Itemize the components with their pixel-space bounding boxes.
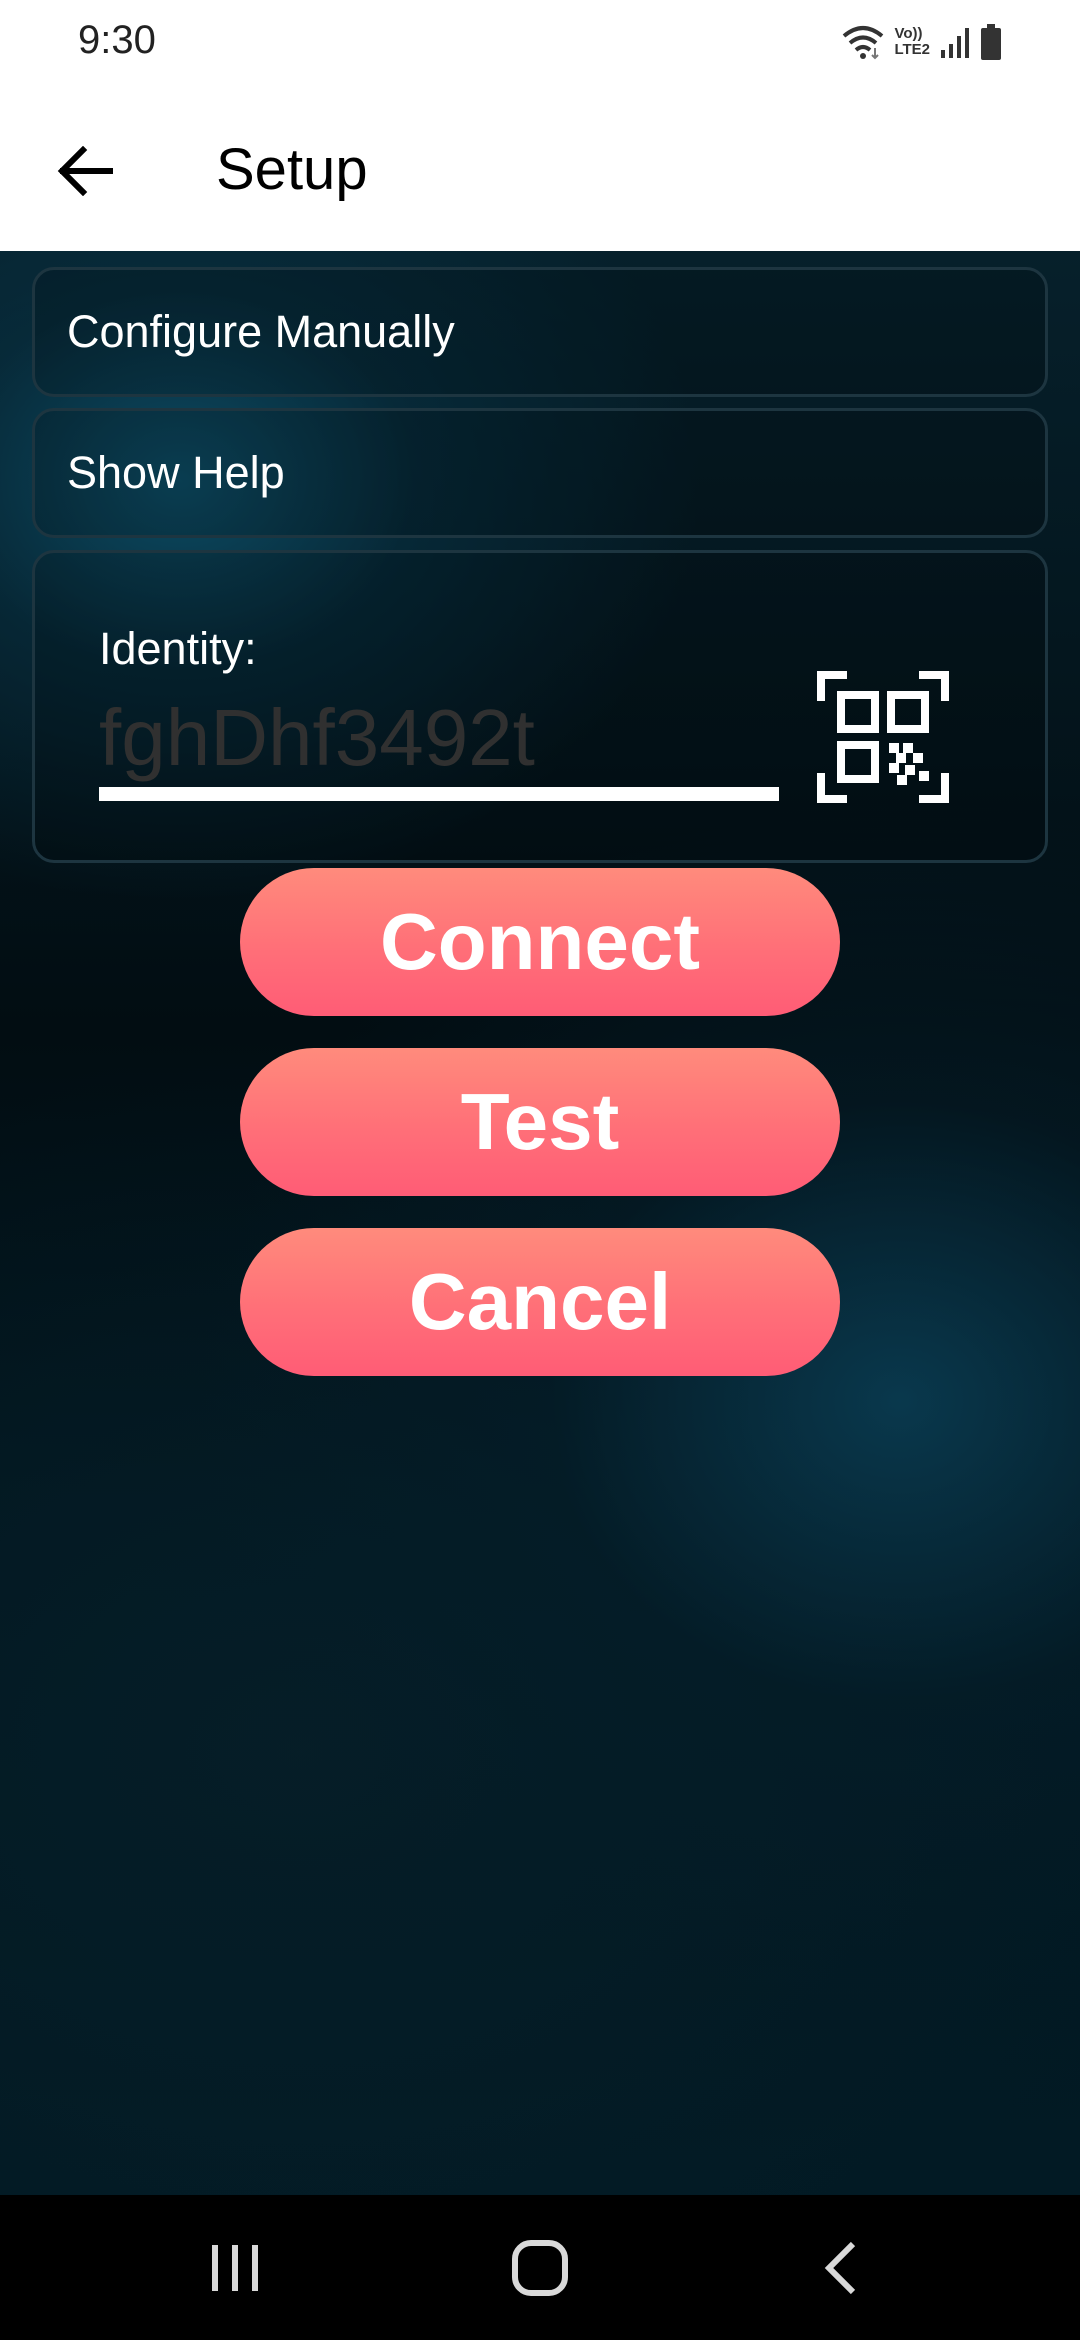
- home-icon: [512, 2239, 568, 2296]
- configure-manually-item[interactable]: Configure Manually: [32, 267, 1048, 397]
- test-button[interactable]: Test: [240, 1048, 840, 1196]
- wifi-icon: [843, 26, 884, 60]
- system-nav-bar: [0, 2195, 1080, 2340]
- recent-apps-icon: [212, 2244, 258, 2291]
- identity-underline: [99, 787, 779, 801]
- identity-input[interactable]: [99, 693, 779, 783]
- show-help-item[interactable]: Show Help: [32, 408, 1048, 538]
- arrow-left-icon: [57, 146, 113, 196]
- battery-icon: [981, 24, 1001, 60]
- cancel-button[interactable]: Cancel: [240, 1228, 840, 1376]
- app-bar: Setup: [0, 86, 1080, 251]
- qr-scan-button[interactable]: [817, 671, 949, 803]
- qr-code-scan-icon: [817, 671, 949, 803]
- configure-manually-label: Configure Manually: [67, 306, 455, 357]
- home-button[interactable]: [500, 2195, 580, 2340]
- back-button[interactable]: [40, 126, 130, 216]
- status-bar: 9:30 Vo)) LTE2: [0, 0, 1080, 86]
- recent-apps-button[interactable]: [195, 2195, 275, 2340]
- show-help-label: Show Help: [67, 447, 285, 498]
- volte-label: Vo)): [894, 25, 923, 42]
- setup-content: Configure Manually Show Help Identity: f…: [0, 251, 1080, 2195]
- identity-label: Identity:: [99, 623, 257, 674]
- back-icon: [824, 2241, 856, 2294]
- status-icons: Vo)) LTE2: [842, 20, 1002, 64]
- page-title: Setup: [216, 137, 368, 202]
- lte-label: LTE2: [894, 41, 930, 58]
- nav-back-button[interactable]: [800, 2195, 880, 2340]
- network-type-label: Vo)) LTE2: [894, 26, 930, 58]
- signal-icon: [941, 28, 969, 58]
- status-time: 9:30: [78, 18, 156, 62]
- connect-button[interactable]: Connect: [240, 868, 840, 1016]
- identity-card: Identity:: [32, 550, 1048, 863]
